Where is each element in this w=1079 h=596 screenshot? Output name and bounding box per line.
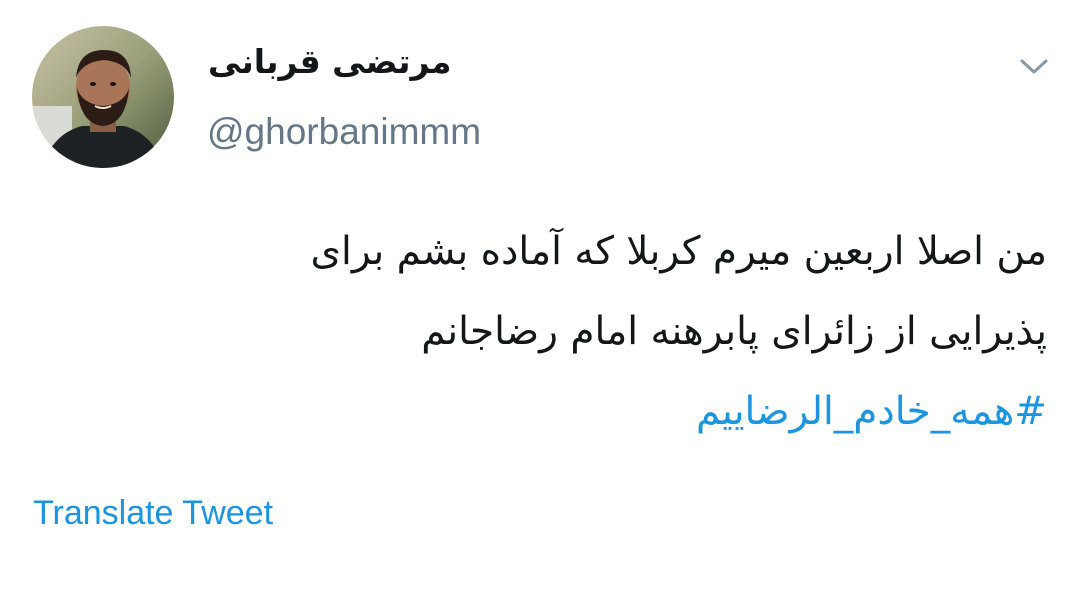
translate-tweet-link[interactable]: Translate Tweet <box>33 494 273 533</box>
tweet-card: مرتضی قربانی @ghorbanimmm من اصلا اربعین… <box>0 0 1079 596</box>
tweet-text-line: پذیرایی از زائرای پابرهنه امام رضاجانم <box>421 309 1047 354</box>
tweet-text: من اصلا اربعین میرم کربلا که آماده بشم ب… <box>67 212 1047 452</box>
user-avatar-photo <box>32 26 174 168</box>
display-name[interactable]: مرتضی قربانی <box>208 42 451 81</box>
avatar[interactable] <box>32 26 174 168</box>
user-handle[interactable]: @ghorbanimmm <box>207 111 481 153</box>
hashtag-link[interactable]: #همه_خادم_الرضاییم <box>67 372 1047 452</box>
chevron-down-icon[interactable] <box>1016 52 1052 80</box>
tweet-text-line: من اصلا اربعین میرم کربلا که آماده بشم ب… <box>310 229 1047 274</box>
